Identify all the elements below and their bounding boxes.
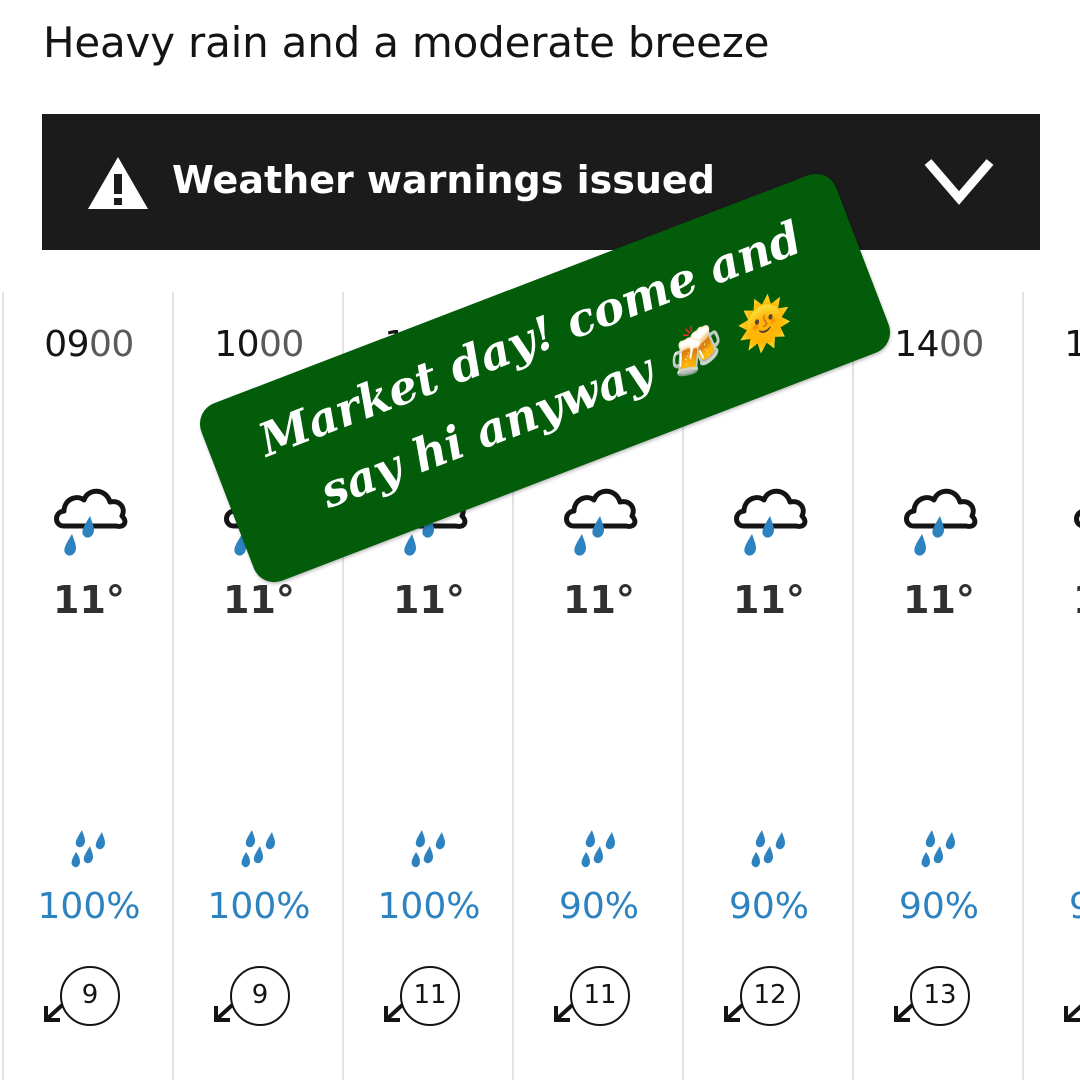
hour-mm: 00: [939, 324, 984, 365]
temperature: 11°: [733, 578, 805, 622]
heavy-rain-icon: [734, 488, 808, 556]
precipitation-icon: [241, 830, 275, 868]
wind-speed: 13: [890, 966, 990, 1046]
hour-column[interactable]: 1500 11° 90% 13: [1022, 292, 1080, 1080]
wind-speed: 11: [380, 966, 480, 1046]
weather-warnings-label: Weather warnings issued: [172, 158, 715, 202]
heavy-rain-icon: [564, 488, 638, 556]
temperature: 11°: [1024, 578, 1080, 622]
precipitation-chance: 90%: [1024, 886, 1080, 927]
wind-speed-value: 9: [230, 966, 290, 1026]
precipitation-chance: 100%: [377, 886, 481, 927]
chevron-down-icon[interactable]: [922, 154, 996, 210]
wind-speed-value: 11: [400, 966, 460, 1026]
wind-speed-value: 13: [910, 966, 970, 1026]
wind-speed: 13: [1060, 966, 1080, 1046]
hour-label: 0900: [4, 324, 174, 365]
temperature: 11°: [563, 578, 635, 622]
precipitation-icon: [411, 830, 445, 868]
temperature: 11°: [903, 578, 975, 622]
wind-speed: 9: [210, 966, 310, 1046]
wind-speed: 9: [40, 966, 140, 1046]
precipitation-chance: 100%: [37, 886, 141, 927]
wind-speed: 11: [550, 966, 650, 1046]
precipitation-icon: [581, 830, 615, 868]
hour-label: 1000: [174, 324, 344, 365]
temperature: 11°: [53, 578, 125, 622]
hour-column[interactable]: 1400 11° 90% 13: [852, 292, 1022, 1080]
hour-mm: 00: [259, 324, 304, 365]
precipitation-chance: 90%: [728, 886, 809, 927]
temperature: 11°: [393, 578, 465, 622]
wind-speed-value: 9: [60, 966, 120, 1026]
precipitation-chance: 90%: [558, 886, 639, 927]
hour-mm: 00: [89, 324, 134, 365]
wind-speed: 12: [720, 966, 820, 1046]
precipitation-chance: 100%: [207, 886, 311, 927]
weather-warnings-banner[interactable]: Weather warnings issued: [42, 114, 1040, 250]
wind-speed-value: 12: [740, 966, 800, 1026]
warning-triangle-icon: [88, 157, 148, 209]
precipitation-icon: [751, 830, 785, 868]
hour-hh: 15: [1064, 324, 1080, 365]
heavy-rain-icon: [54, 488, 128, 556]
wind-speed-value: 11: [570, 966, 630, 1026]
precipitation-chance: 90%: [898, 886, 979, 927]
heavy-rain-icon: [904, 488, 978, 556]
temperature: 11°: [223, 578, 295, 622]
hour-label: 1500: [1024, 324, 1080, 365]
hour-column[interactable]: 0900 11° 100% 9: [2, 292, 172, 1080]
hour-hh: 09: [44, 324, 89, 365]
hour-hh: 10: [214, 324, 259, 365]
precipitation-icon: [71, 830, 105, 868]
weather-summary: Heavy rain and a moderate breeze: [43, 18, 770, 67]
wind-direction-icon: [1064, 1004, 1080, 1022]
hour-hh: 14: [894, 324, 939, 365]
precipitation-icon: [921, 830, 955, 868]
heavy-rain-icon: [1074, 509, 1080, 528]
